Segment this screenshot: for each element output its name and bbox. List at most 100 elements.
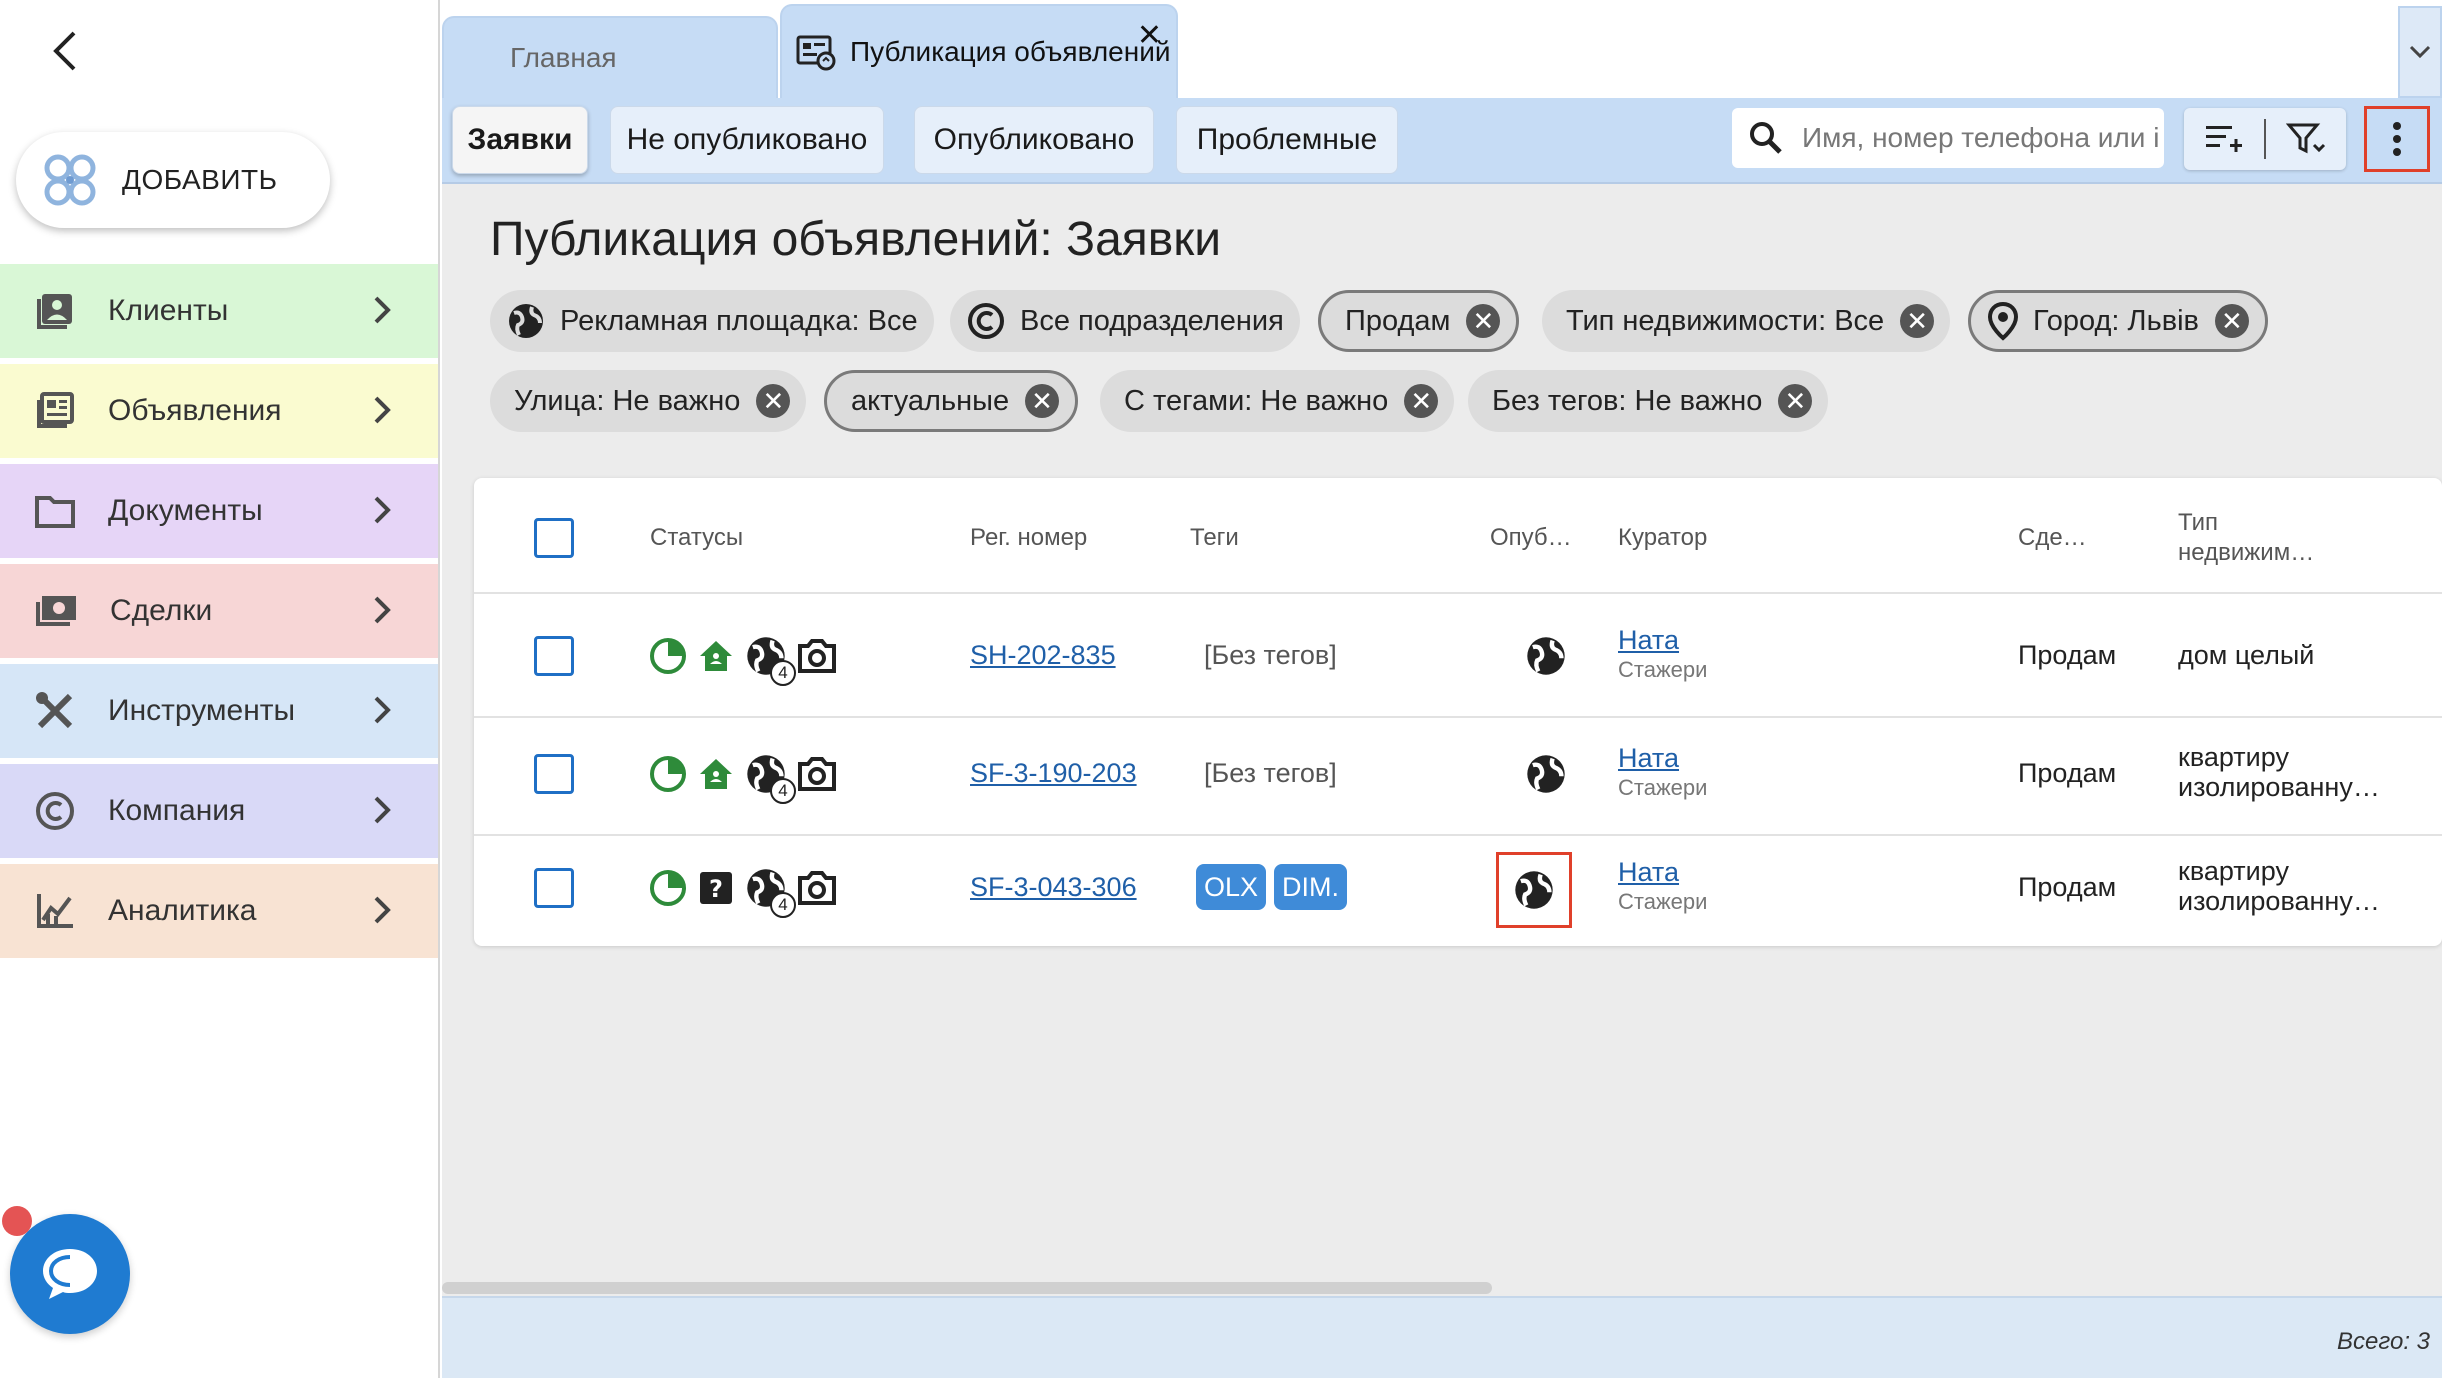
filter-chip-with-tags[interactable]: С тегами: Не важно ✕ [1100, 370, 1455, 432]
remove-filter-button[interactable]: ✕ [1025, 384, 1060, 418]
sidebar-item-deals[interactable]: Сделки [0, 564, 438, 658]
filter-chip-street[interactable]: Улица: Не важно ✕ [490, 370, 807, 432]
curator-link[interactable]: Ната [1618, 743, 1679, 773]
property-type-line: квартиру [2178, 856, 2289, 886]
filter-chip-property-type[interactable]: Тип недвижимости: Все ✕ [1542, 290, 1951, 352]
filter-chip-sell[interactable]: Продам ✕ [1318, 290, 1520, 352]
tag-dim[interactable]: DIM. [1274, 864, 1348, 910]
filter-button[interactable] [2266, 108, 2346, 170]
curator-cell: Ната Стажери [1618, 626, 1707, 684]
sidebar-item-label: Документы [108, 494, 263, 527]
search-input[interactable] [1802, 122, 2162, 154]
remove-filter-button[interactable]: ✕ [1466, 304, 1501, 338]
header-line: недвижим… [2178, 539, 2315, 566]
back-button[interactable] [38, 24, 92, 78]
column-header-deal[interactable]: Сде… [2018, 524, 2087, 552]
tabs-dropdown-button[interactable] [2398, 6, 2442, 98]
row-divider [474, 716, 2442, 718]
chevron-right-icon [374, 296, 391, 324]
sidebar-item-label: Сделки [110, 594, 213, 627]
reg-number-link[interactable]: SF-3-043-306 [970, 872, 1137, 903]
reg-number-link[interactable]: SF-3-190-203 [970, 758, 1137, 789]
published-globe-badge: 4 [744, 634, 796, 686]
filter-icon [2286, 123, 2326, 154]
chevron-right-icon [374, 796, 391, 824]
published-globe-badge: 4 [744, 752, 796, 804]
status-icons: 4 [648, 752, 838, 804]
remove-filter-button[interactable]: ✕ [1404, 384, 1439, 418]
tag-olx[interactable]: OLX [1196, 864, 1267, 910]
sort-add-icon [2206, 126, 2242, 152]
filter-chip-departments[interactable]: Все подразделения [950, 290, 1300, 352]
sort-add-button[interactable] [2184, 108, 2264, 170]
sidebar-item-listings[interactable]: Объявления [0, 364, 438, 458]
horizontal-scrollbar[interactable] [442, 1282, 1492, 1294]
row-checkbox[interactable] [534, 868, 574, 908]
sidebar-item-tools[interactable]: Инструменты [0, 664, 438, 758]
remove-filter-button[interactable]: ✕ [756, 384, 791, 418]
tab-published[interactable]: Опубликовано [914, 106, 1154, 174]
sidebar-item-company[interactable]: Компания [0, 764, 438, 858]
tab-problematic[interactable]: Проблемные [1176, 106, 1398, 174]
add-button[interactable]: ДОБАВИТЬ [16, 132, 330, 228]
deal-type: Продам [2018, 758, 2117, 788]
curator-link[interactable]: Ната [1618, 625, 1679, 655]
column-header-property-type[interactable]: Тип недвижим… [2178, 508, 2314, 568]
column-header-tags[interactable]: Теги [1190, 524, 1239, 552]
property-type-line: изолированну… [2178, 886, 2380, 916]
filter-chip-without-tags[interactable]: Без тегов: Не важно ✕ [1468, 370, 1829, 432]
tab-publication-label: Публикация объявлений [850, 36, 1171, 67]
remove-filter-button[interactable]: ✕ [1778, 384, 1813, 418]
tab-home-label: Главная [510, 42, 617, 73]
svg-text:?: ? [709, 875, 723, 903]
filter-chip-platform[interactable]: Рекламная площадка: Все [490, 290, 934, 352]
deal-type: Продам [2018, 872, 2117, 902]
app-root: ДОБАВИТЬ Клиенты Объявления Документы Сд… [0, 0, 2442, 1378]
chat-button[interactable] [10, 1214, 130, 1334]
more-options-button[interactable] [2364, 106, 2430, 172]
curator-cell: Ната Стажери [1618, 858, 1707, 916]
property-type: квартиру изолированну… [2178, 742, 2380, 802]
filter-chip-label: Улица: Не важно [514, 384, 741, 417]
status-icons: 4 [648, 634, 838, 686]
column-header-curator[interactable]: Куратор [1618, 524, 1707, 552]
column-header-published[interactable]: Опуб… [1490, 524, 1572, 552]
publish-globe-icon[interactable] [1512, 868, 1556, 912]
main-area: Главная Публикация объявлений ✕ Заявки Н… [442, 0, 2442, 1378]
select-all-checkbox[interactable] [534, 518, 574, 558]
publish-globe-icon[interactable] [1524, 752, 1568, 796]
publish-globe-icon[interactable] [1524, 634, 1568, 678]
pie-status-icon [650, 870, 686, 906]
tab-close-button[interactable]: ✕ [1137, 18, 1162, 53]
filter-chip-city[interactable]: Город: Львів ✕ [1968, 290, 2268, 352]
row-checkbox[interactable] [534, 636, 574, 676]
tab-requests[interactable]: Заявки [452, 106, 588, 174]
filter-chip-label: Без тегов: Не важно [1492, 384, 1763, 417]
sidebar-nav: Клиенты Объявления Документы Сделки Инст… [0, 264, 438, 964]
remove-filter-button[interactable]: ✕ [1900, 304, 1935, 338]
money-icon [36, 596, 76, 626]
remove-filter-button[interactable]: ✕ [2214, 304, 2249, 338]
tab-home[interactable]: Главная [442, 16, 778, 98]
curator-link[interactable]: Ната [1618, 857, 1679, 887]
filter-chip-label: Рекламная площадка: Все [560, 304, 918, 337]
tab-publication[interactable]: Публикация объявлений ✕ [780, 4, 1178, 98]
column-header-reg-number[interactable]: Рег. номер [970, 524, 1087, 552]
location-pin-icon [1987, 301, 2019, 341]
sidebar-item-analytics[interactable]: Аналитика [0, 864, 438, 958]
sidebar-item-label: Инструменты [108, 694, 296, 727]
sidebar-item-documents[interactable]: Документы [0, 464, 438, 558]
filter-chip-actual[interactable]: актуальные ✕ [824, 370, 1079, 432]
globe-count: 4 [770, 778, 796, 804]
tab-unpublished[interactable]: Не опубликовано [610, 106, 884, 174]
column-header-statuses[interactable]: Статусы [650, 524, 743, 552]
property-type-line: изолированну… [2178, 772, 2380, 802]
row-checkbox[interactable] [534, 754, 574, 794]
row-divider [474, 592, 2442, 594]
sidebar-item-clients[interactable]: Клиенты [0, 264, 438, 358]
reg-number-link[interactable]: SH-202-835 [970, 640, 1116, 671]
tools-icon [36, 692, 73, 729]
tags-empty: [Без тегов] [1204, 640, 1337, 670]
filter-chip-label: Все подразделения [1020, 304, 1284, 337]
house-icon [700, 759, 732, 789]
